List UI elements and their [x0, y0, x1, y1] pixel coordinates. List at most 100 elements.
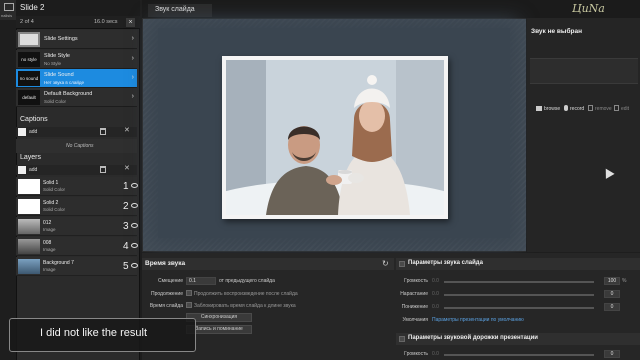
eye-icon[interactable]: [131, 243, 138, 248]
fade-in-percent[interactable]: 0: [604, 290, 620, 298]
default-background-thumb: default: [18, 90, 40, 105]
slide-sound-label: Slide Sound: [44, 72, 74, 78]
layer-type: Solid Color: [43, 207, 66, 212]
layer-row[interactable]: 012 Image 3: [16, 217, 138, 236]
layer-name: 008: [43, 240, 52, 246]
layer-type: Image: [43, 227, 56, 232]
layer-row[interactable]: 008 Image 4: [16, 237, 138, 256]
layer-number: 1: [123, 181, 129, 192]
layer-name: Solid 1: [43, 180, 59, 186]
slide-style-row[interactable]: no style Slide Style No Style ›: [16, 50, 137, 69]
volume-percent[interactable]: 100: [604, 277, 620, 285]
slide-time-text: Заблокировать время слайда к длине звука: [194, 303, 296, 309]
layer-number: 4: [123, 241, 129, 252]
offset-suffix: от предыдущего слайда: [219, 278, 275, 284]
audio-waveform-area[interactable]: [530, 58, 638, 84]
edit-button[interactable]: edit: [621, 106, 629, 112]
record-button[interactable]: record: [570, 106, 584, 112]
monitor-icon: [4, 3, 14, 11]
percent-sign: %: [622, 278, 627, 284]
fade-in-slider[interactable]: [444, 294, 594, 296]
eye-icon[interactable]: [131, 183, 138, 188]
slide-subheader: [16, 16, 140, 29]
slide-settings-row[interactable]: Slide Settings ›: [16, 30, 137, 49]
volume-label: Громкость: [404, 278, 428, 284]
tab-slide-sound[interactable]: Звук слайда: [148, 4, 212, 17]
layer-thumb: [18, 219, 40, 234]
remove-button[interactable]: remove: [595, 106, 612, 112]
no-captions-text: No Captions: [66, 143, 94, 149]
layer-type: Solid Color: [43, 187, 66, 192]
defaults-label: Умолчания: [402, 317, 428, 323]
layer-number: 2: [123, 201, 129, 212]
fade-out-label: Понижение: [401, 304, 428, 310]
eye-icon[interactable]: [131, 203, 138, 208]
slide-style-thumb: no style: [18, 52, 40, 67]
layer-number: 3: [123, 221, 129, 232]
layer-number: 5: [123, 261, 129, 272]
caption-tools-icon[interactable]: ✕: [124, 126, 130, 134]
delete-caption-icon[interactable]: [100, 128, 106, 135]
track-volume-label: Громкость: [404, 351, 428, 357]
delete-layer-icon[interactable]: [100, 166, 106, 173]
layer-name: Background 7: [43, 260, 74, 266]
fade-in-value: 0.0: [432, 291, 439, 297]
reset-icon[interactable]: ↻: [382, 259, 389, 268]
offset-label: Смещение: [157, 278, 183, 284]
couple-photo-image: [226, 60, 444, 215]
captions-title: Captions: [20, 116, 48, 123]
add-layer-button[interactable]: add: [29, 167, 37, 173]
default-background-row[interactable]: default Default Background Solid Color ›: [16, 88, 137, 107]
track-params-checkbox[interactable]: [399, 336, 405, 342]
couple-photo[interactable]: [226, 60, 444, 215]
layer-name: 012: [43, 220, 52, 226]
track-volume-percent[interactable]: 0: [604, 350, 620, 358]
chevron-right-icon: ›: [131, 55, 134, 62]
defaults-link[interactable]: Параметры презентации по умолчанию: [432, 317, 524, 323]
eye-icon[interactable]: [131, 263, 138, 268]
slide-time-checkbox[interactable]: [186, 302, 192, 308]
slide-style-value: No Style: [44, 61, 62, 66]
slide-settings-label: Slide Settings: [44, 36, 78, 42]
layer-row[interactable]: Background 7 Image 5: [16, 257, 138, 276]
slide-sound-params-title: Параметры звука слайда: [408, 260, 483, 266]
fade-out-slider[interactable]: [444, 307, 594, 309]
track-params-title: Параметры звуковой дорожки презентации: [408, 335, 538, 341]
browse-button[interactable]: browse: [544, 106, 560, 112]
volume-value: 0.0: [432, 278, 439, 284]
slide-duration[interactable]: 16.0 secs: [94, 19, 118, 25]
layer-row[interactable]: Solid 1 Solid Color 1: [16, 177, 138, 196]
eye-icon[interactable]: [131, 223, 138, 228]
layer-type: Image: [43, 267, 56, 272]
slide-sound-value: Нет звука в слайде: [44, 80, 85, 85]
add-caption-button[interactable]: add: [29, 129, 37, 135]
fade-out-percent[interactable]: 0: [604, 303, 620, 311]
default-background-value: Solid Color: [44, 99, 67, 104]
track-volume-value: 0.0: [432, 351, 439, 357]
layer-tools-icon[interactable]: ✕: [124, 164, 130, 172]
layer-thumb: [18, 179, 40, 194]
add-caption-icon[interactable]: [18, 128, 26, 136]
slide-sound-row[interactable]: no sound Slide Sound Нет звука в слайде …: [16, 69, 137, 88]
layer-thumb: [18, 239, 40, 254]
slide-settings-thumb: [18, 32, 40, 47]
volume-slider[interactable]: [444, 281, 594, 283]
offset-input[interactable]: 0.1: [186, 277, 216, 285]
continue-checkbox[interactable]: [186, 290, 192, 296]
tab-bar: [142, 0, 640, 18]
slide-sound-params-checkbox[interactable]: [399, 261, 405, 267]
no-sound-title: Звук не выбран: [531, 28, 583, 35]
add-layer-icon[interactable]: [18, 166, 26, 174]
layer-type: Image: [43, 247, 56, 252]
close-slide-button[interactable]: ×: [126, 18, 135, 27]
layer-thumb: [18, 199, 40, 214]
layer-row[interactable]: Solid 2 Solid Color 2: [16, 197, 138, 216]
layer-name: Solid 2: [43, 200, 59, 206]
track-volume-slider[interactable]: [444, 354, 594, 356]
layer-thumb: [18, 259, 40, 274]
watermark-logo: ЦиNa: [572, 2, 605, 15]
sound-panel: [527, 18, 640, 252]
caption-overlay-text: I did not like the result: [40, 327, 148, 339]
continue-label: Продолжение: [150, 291, 183, 297]
microphone-icon: [564, 105, 568, 111]
